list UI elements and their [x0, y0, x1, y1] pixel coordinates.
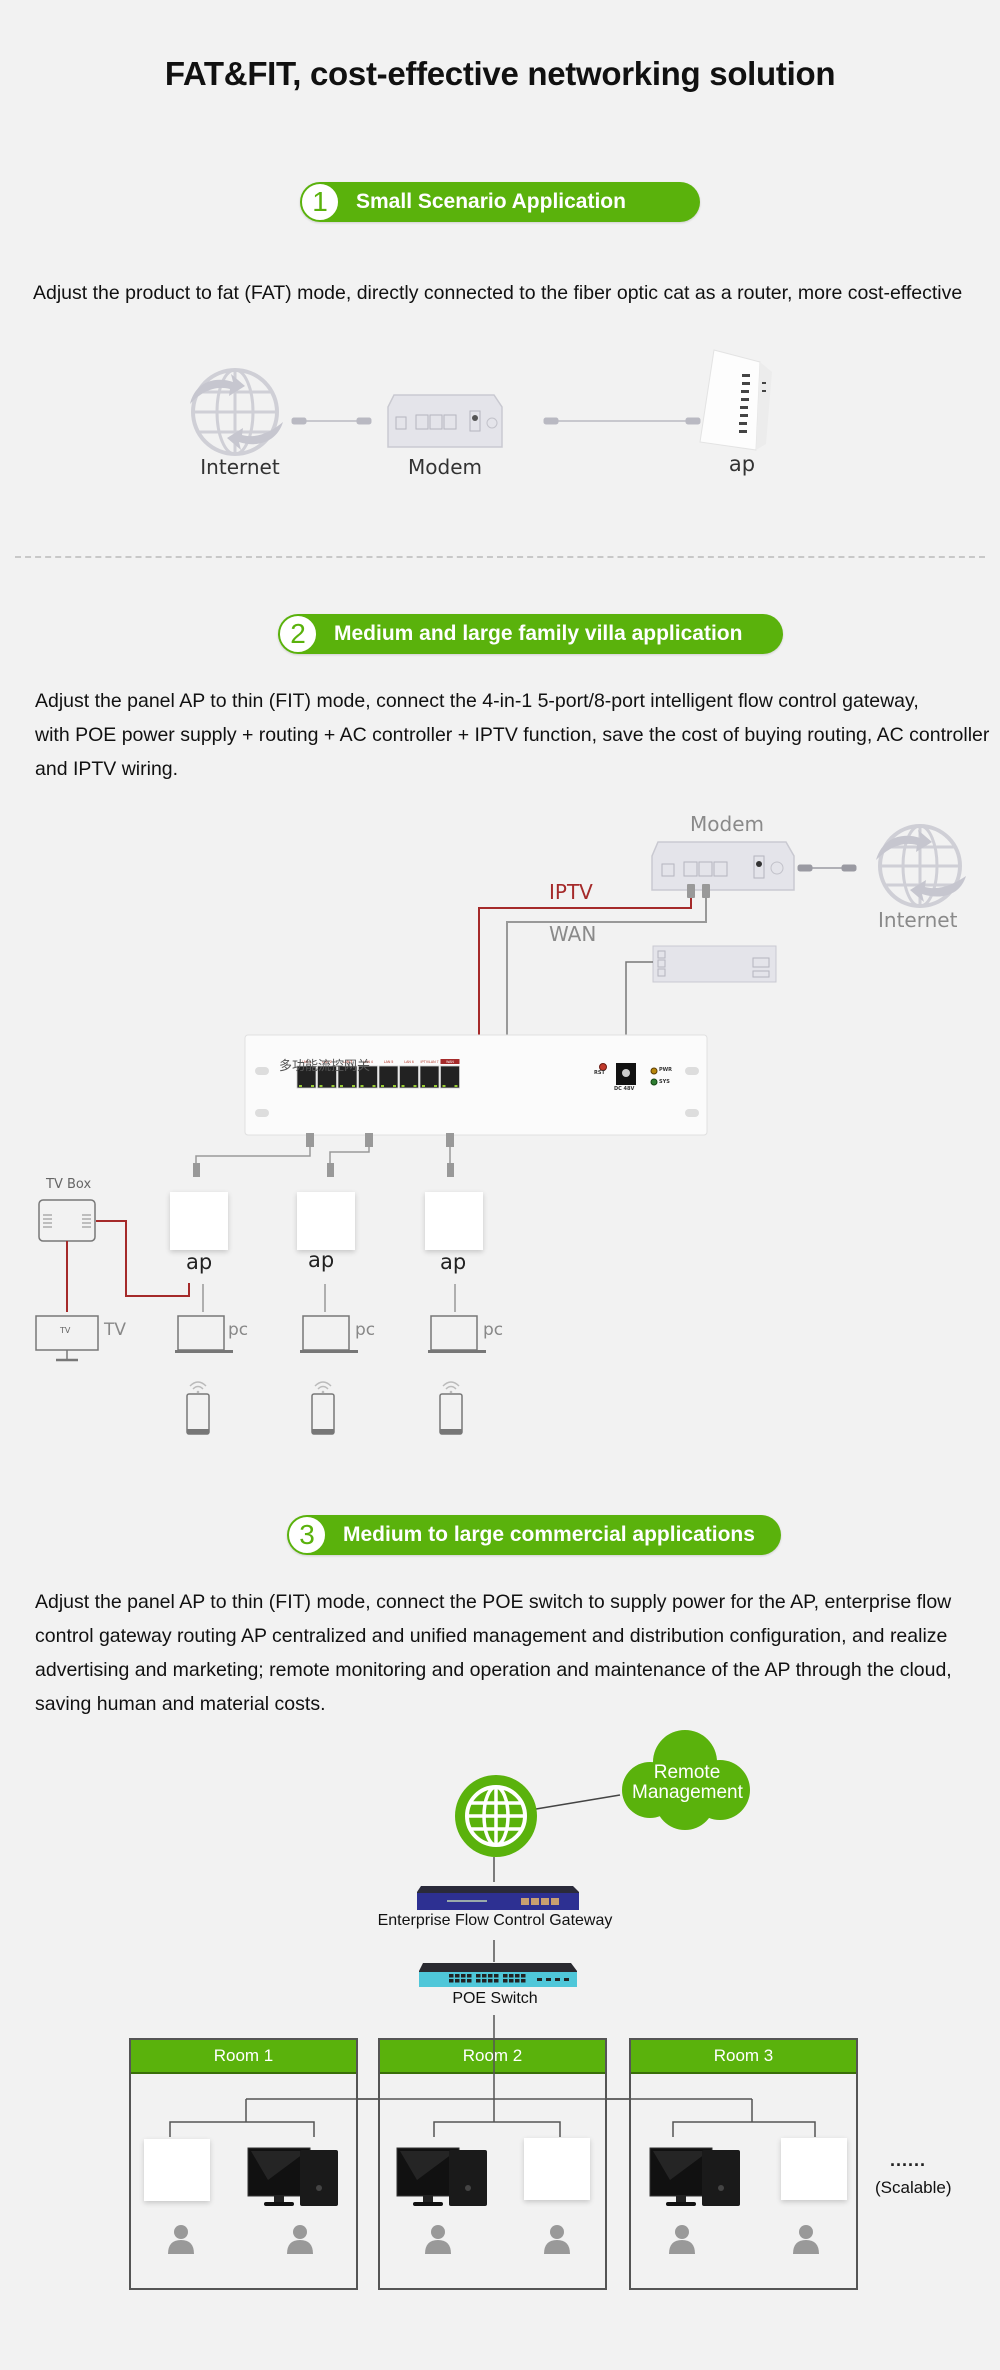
user-icon — [168, 2225, 194, 2254]
ap-panel — [144, 2139, 210, 2201]
desktop-computer-icon — [396, 2147, 487, 2206]
room-links-overlay — [168, 2038, 819, 2254]
ap-panel — [524, 2138, 590, 2200]
user-icon — [544, 2225, 570, 2254]
ellipsis: ...... — [890, 2150, 927, 2170]
user-icon — [287, 2225, 313, 2254]
desktop-computer-icon — [247, 2147, 338, 2206]
user-icon — [793, 2225, 819, 2254]
scalable-label: (Scalable) — [875, 2178, 952, 2197]
user-icon — [425, 2225, 451, 2254]
user-icon — [669, 2225, 695, 2254]
desktop-computer-icon — [649, 2147, 740, 2206]
ap-panel — [781, 2138, 847, 2200]
